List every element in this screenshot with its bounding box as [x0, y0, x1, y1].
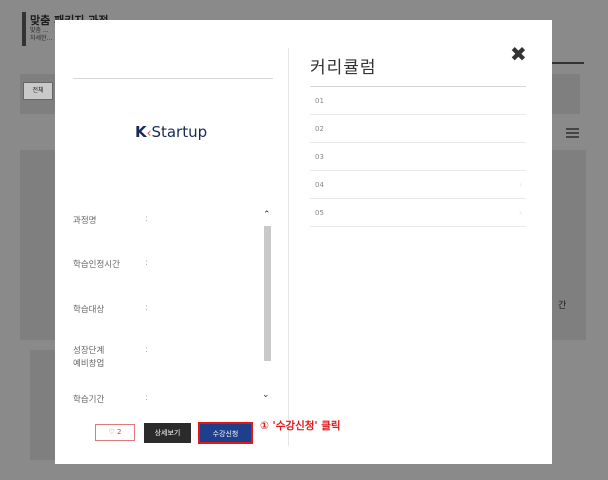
instruction-annotation: ① '수강신청' 클릭	[260, 420, 341, 432]
logo-text: Startup	[151, 123, 208, 141]
left-top-rule	[73, 78, 273, 79]
scroll-thumb[interactable]	[264, 226, 271, 361]
info-label: 학습대상	[73, 305, 105, 315]
curriculum-item[interactable]: 02	[310, 116, 526, 143]
info-colon: :	[145, 214, 148, 224]
curriculum-item[interactable]: 05 ›	[310, 200, 526, 227]
curriculum-item[interactable]: 03	[310, 144, 526, 171]
header-rule	[552, 62, 584, 64]
info-colon: :	[145, 303, 148, 313]
course-card[interactable]	[30, 350, 56, 460]
curriculum-number: 05	[315, 209, 324, 217]
page-subtitle-line: 자세한...	[30, 35, 53, 42]
like-button[interactable]: ♡ 2	[95, 424, 135, 441]
info-label: 성장단계 예비창업	[73, 346, 105, 369]
info-colon: :	[145, 258, 148, 268]
heart-icon: ♡	[108, 428, 115, 436]
detail-button[interactable]: 상세보기	[144, 423, 191, 443]
title-accent-bar	[22, 12, 26, 46]
logo-k: K	[135, 123, 147, 141]
chevron-right-icon: ›	[519, 208, 523, 217]
info-label: 과정명	[73, 216, 97, 226]
curriculum-rule	[310, 86, 526, 87]
tab-all[interactable]: 전체	[23, 82, 53, 100]
curriculum-item[interactable]: 04 ›	[310, 172, 526, 199]
curriculum-number: 01	[315, 97, 324, 105]
info-label: 학습기간	[73, 395, 105, 405]
curriculum-item[interactable]: 01	[310, 88, 526, 115]
chevron-right-icon: ›	[519, 180, 523, 189]
like-count: 2	[117, 428, 122, 436]
info-colon: :	[145, 393, 148, 403]
curriculum-number: 03	[315, 153, 324, 161]
close-icon[interactable]: ✖	[510, 42, 527, 66]
page-subtitle: 맞춤 ... 자세한...	[30, 27, 52, 43]
page-subtitle-line: 맞춤 ...	[30, 27, 49, 34]
apply-button[interactable]: 수강신청	[198, 422, 253, 444]
info-colon: :	[145, 345, 148, 355]
course-detail-modal: K‹Startup 과정명 : 학습인정시간 : 학습대상 : 성장단계 예비창…	[55, 20, 552, 464]
curriculum-number: 04	[315, 181, 324, 189]
course-card[interactable]	[20, 150, 56, 340]
column-divider	[288, 48, 289, 446]
curriculum-number: 02	[315, 125, 324, 133]
curriculum-title: 커리큘럼	[310, 58, 377, 78]
scroll-down-icon[interactable]: ⌄	[262, 390, 270, 400]
k-startup-logo: K‹Startup	[135, 123, 207, 141]
scroll-up-icon[interactable]: ⌃	[263, 210, 271, 220]
list-view-icon[interactable]	[566, 128, 579, 138]
info-label: 학습인정시간	[73, 260, 120, 270]
card-text: 간	[558, 301, 567, 311]
course-info-list: 과정명 : 학습인정시간 : 학습대상 : 성장단계 예비창업 : 학습기간 :	[73, 200, 273, 410]
info-scrollbar[interactable]: ⌃ ⌄	[261, 210, 273, 406]
course-card[interactable]	[552, 150, 586, 340]
